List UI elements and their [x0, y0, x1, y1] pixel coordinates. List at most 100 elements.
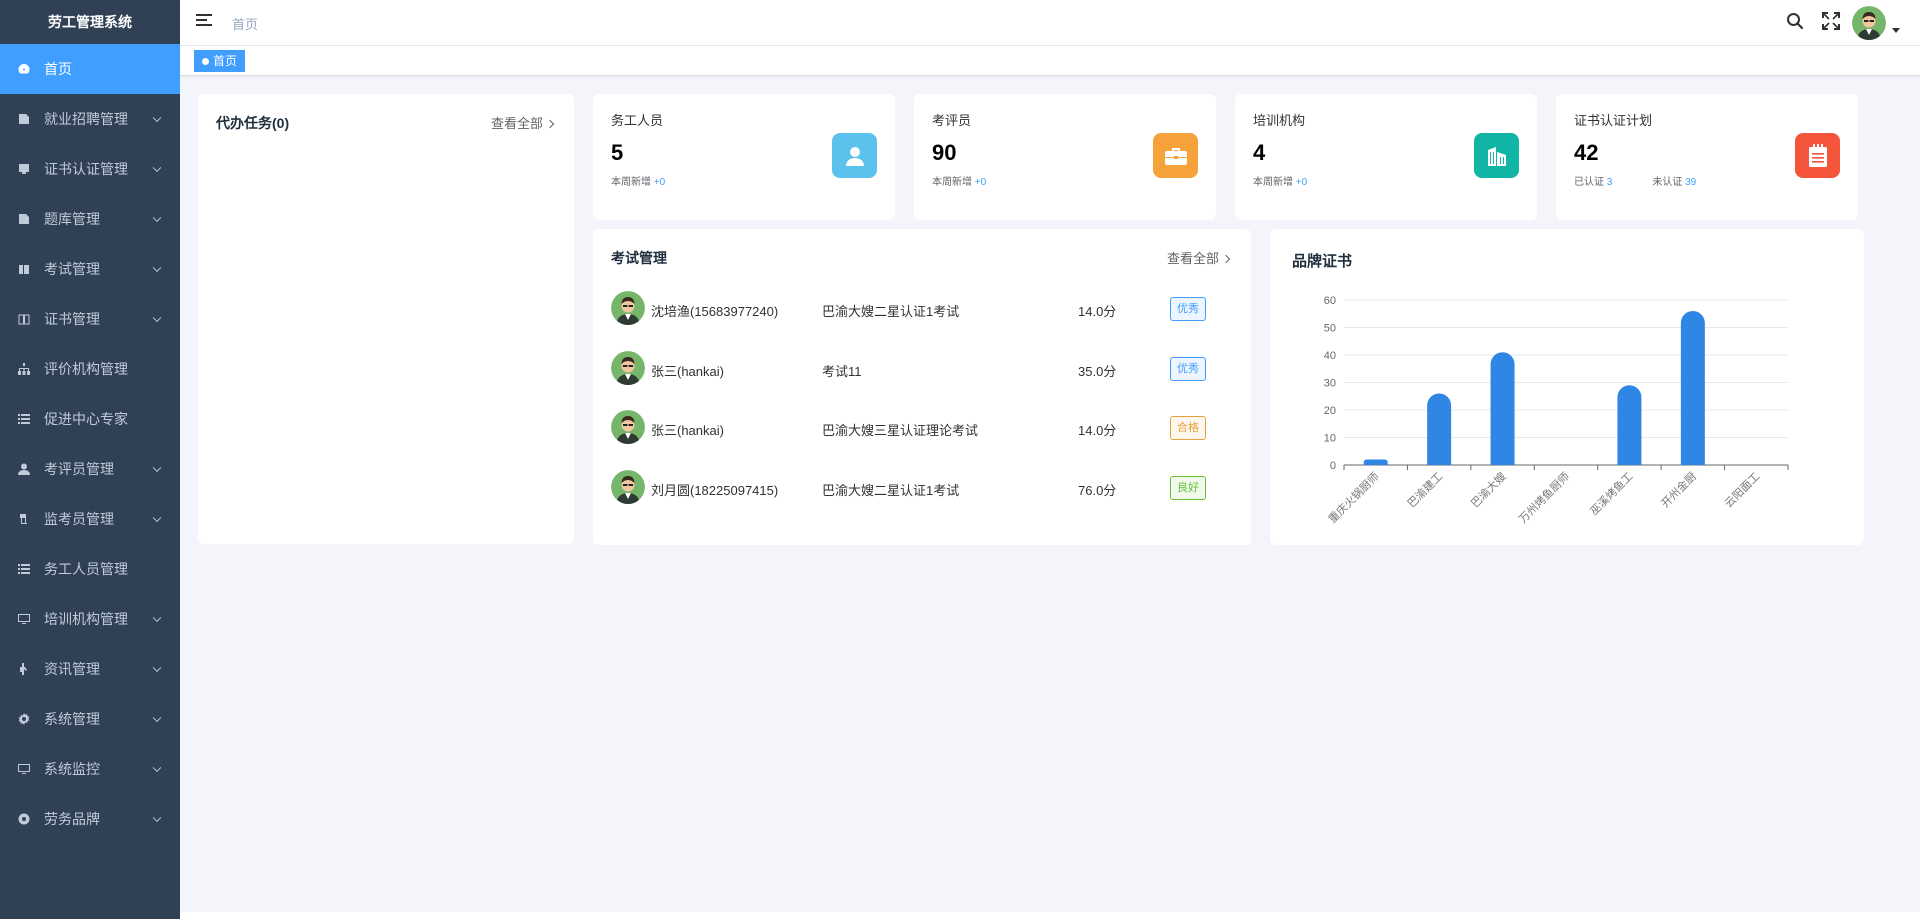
sidebar-item-16[interactable]: 劳务品牌 [0, 794, 180, 844]
monitor-icon [18, 763, 30, 775]
person-icon [832, 133, 877, 178]
x-tick-label: 巴渝大嫂 [1468, 469, 1509, 510]
bar-1 [1363, 459, 1388, 465]
list-icon [18, 563, 30, 575]
sidebar-item-label: 资讯管理 [44, 661, 100, 677]
sidebar-item-13[interactable]: 资讯管理 [0, 644, 180, 694]
stat-sub: 已认证 3 未认证 39 [1574, 177, 1697, 188]
bottom-strip [180, 912, 1920, 919]
stat-sub: 本周新增 +0 [1253, 177, 1308, 188]
sidebar-item-9[interactable]: 考评员管理 [0, 444, 180, 494]
sidebar-item-11[interactable]: 务工人员管理 [0, 544, 180, 594]
sidebar-item-6[interactable]: 证书管理 [0, 294, 180, 344]
avatar [611, 350, 645, 385]
sidebar-item-2[interactable]: 就业招聘管理 [0, 94, 180, 144]
stat-sub: 本周新增 +0 [611, 177, 666, 188]
sidebar-item-1[interactable]: 首页 [0, 44, 180, 94]
sidebar-item-label: 考试管理 [44, 261, 100, 277]
exam-score: 76.0分 [1078, 482, 1117, 498]
chevron-down-icon [152, 213, 162, 223]
stat-card-3[interactable]: 培训机构 4 本周新增 +0 [1235, 94, 1537, 220]
bar-2 [1427, 393, 1452, 465]
exam-title: 考试管理 [611, 250, 667, 266]
x-tick-label: 开州金厨 [1658, 469, 1699, 510]
question-bank-icon [18, 213, 30, 225]
bar-3 [1490, 352, 1515, 465]
table-row[interactable]: 沈培渔(15683977240) 巴渝大嫂二星认证1考试 14.0分 优秀 [611, 291, 1231, 327]
news-icon [18, 663, 30, 675]
sidebar-item-4[interactable]: 题库管理 [0, 194, 180, 244]
x-tick-label: 巴渝建工 [1404, 469, 1445, 510]
exam-score: 35.0分 [1078, 363, 1117, 379]
chevron-down-icon [152, 463, 162, 473]
avatar [611, 410, 645, 444]
breadcrumb[interactable]: 首页 [232, 14, 258, 33]
document-icon [18, 113, 30, 125]
stat-label: 务工人员 [611, 113, 664, 128]
search-icon[interactable] [1786, 12, 1804, 30]
hamburger-icon[interactable] [196, 14, 212, 28]
org-tree-icon [18, 363, 30, 375]
sidebar-item-label: 首页 [44, 61, 72, 77]
sidebar-item-label: 证书管理 [44, 311, 100, 327]
stat-card-1[interactable]: 务工人员 5 本周新增 +0 [593, 94, 895, 220]
sidebar-item-label: 考评员管理 [44, 461, 114, 477]
chevron-down-icon [152, 663, 162, 673]
sidebar-item-5[interactable]: 考试管理 [0, 244, 180, 294]
stat-label: 培训机构 [1253, 113, 1306, 128]
y-tick-label: 20 [1324, 405, 1336, 417]
sidebar-item-8[interactable]: 促进中心专家 [0, 394, 180, 444]
bar-6 [1680, 311, 1705, 465]
stat-value: 5 [611, 140, 624, 165]
brand-card: 品牌证书 0 10 20 30 40 50 60 重庆火锅厨师 巴渝建工 巴渝大嫂 万州烤鱼厨师 巫溪… [1270, 229, 1864, 545]
y-tick-label: 10 [1324, 433, 1336, 445]
exam-view-all-link[interactable]: 查看全部 [1167, 248, 1229, 267]
y-tick-label: 50 [1324, 323, 1336, 335]
user-menu-caret-icon[interactable] [1892, 28, 1900, 33]
exam-name: 巴渝大嫂二星认证1考试 [822, 304, 960, 319]
exam-name: 巴渝大嫂二星认证1考试 [822, 482, 960, 498]
sidebar-item-15[interactable]: 系统监控 [0, 744, 180, 794]
sidebar-item-7[interactable]: 评价机构管理 [0, 344, 180, 394]
sidebar-item-12[interactable]: 培训机构管理 [0, 594, 180, 644]
table-row[interactable]: 张三(hankai) 考试11 35.0分 优秀 [611, 350, 1231, 387]
stat-card-4[interactable]: 证书认证计划 42 已认证 3 未认证 39 [1556, 94, 1858, 220]
proctor-icon [18, 513, 30, 525]
exam-score: 14.0分 [1078, 423, 1117, 438]
brand-bar-chart: 0 10 20 30 40 50 60 重庆火锅厨师 巴渝建工 巴渝大嫂 万州烤鱼厨师 巫溪烤鱼工 开州… [1324, 295, 1789, 526]
todo-view-all-link[interactable]: 查看全部 [491, 113, 553, 132]
x-tick-label: 万州烤鱼厨师 [1516, 469, 1573, 526]
table-row[interactable]: 张三(hankai) 巴渝大嫂三星认证理论考试 14.0分 合格 [611, 410, 1231, 446]
stat-card-2[interactable]: 考评员 90 本周新增 +0 [914, 94, 1216, 220]
chevron-down-icon [152, 613, 162, 623]
user-avatar[interactable] [1852, 6, 1886, 40]
briefcase-icon [1153, 133, 1198, 178]
chevron-down-icon [152, 713, 162, 723]
sidebar-item-10[interactable]: 监考员管理 [0, 494, 180, 544]
chevron-down-icon [152, 513, 162, 523]
sidebar-item-14[interactable]: 系统管理 [0, 694, 180, 744]
chevron-down-icon [152, 763, 162, 773]
grade-badge: 合格 [1170, 416, 1206, 440]
clipboard-icon [1795, 133, 1840, 178]
stat-value: 90 [932, 140, 957, 165]
chevron-down-icon [152, 163, 162, 173]
certificate-icon [18, 163, 30, 175]
table-row[interactable]: 刘月圆(18225097415) 巴渝大嫂二星认证1考试 76.0分 良好 [611, 469, 1231, 506]
brand-icon [18, 813, 30, 825]
exam-name: 考试11 [822, 363, 862, 379]
chevron-down-icon [152, 813, 162, 823]
gear-icon [18, 713, 30, 725]
exam-card: 考试管理 查看全部 沈培渔(15683977240) 巴渝大嫂二星认证1考试 14.… [593, 229, 1251, 545]
tag-home[interactable]: 首页 [194, 50, 246, 72]
sidebar-item-3[interactable]: 证书认证管理 [0, 144, 180, 194]
avatar [611, 469, 645, 504]
sidebar-item-label: 证书认证管理 [44, 161, 128, 177]
bar-5 [1617, 385, 1642, 465]
stat-label: 证书认证计划 [1574, 113, 1653, 128]
sidebar-item-label: 题库管理 [44, 211, 100, 227]
x-tick-label: 重庆火锅厨师 [1325, 469, 1382, 526]
exam-score: 14.0分 [1078, 304, 1117, 319]
sidebar-item-label: 促进中心专家 [44, 411, 128, 427]
fullscreen-icon[interactable] [1822, 12, 1840, 30]
